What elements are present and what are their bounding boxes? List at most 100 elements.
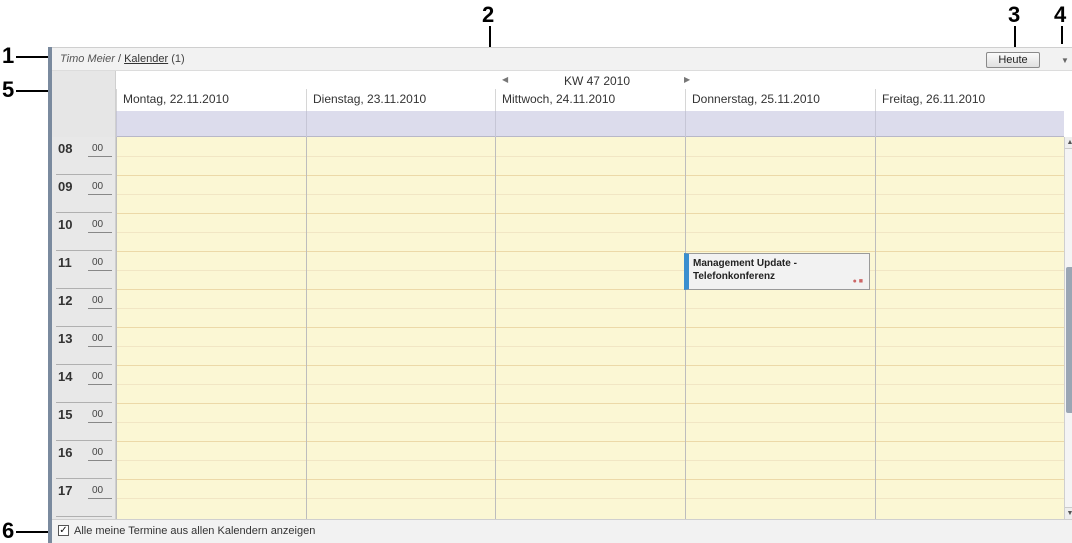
grid-line bbox=[307, 251, 495, 252]
grid-line bbox=[876, 289, 1064, 290]
day-column-monday[interactable] bbox=[116, 137, 306, 519]
grid-line bbox=[496, 156, 685, 157]
grid-line bbox=[686, 156, 875, 157]
grid-line bbox=[876, 270, 1064, 271]
grid-line bbox=[876, 441, 1064, 442]
day-header-tuesday[interactable]: Dienstag, 23.11.2010 bbox=[306, 89, 495, 111]
grid-line bbox=[496, 441, 685, 442]
all-day-cell[interactable] bbox=[875, 111, 1064, 137]
day-column-tuesday[interactable] bbox=[306, 137, 495, 519]
grid-line bbox=[307, 308, 495, 309]
grid-line bbox=[496, 498, 685, 499]
day-column-wednesday[interactable] bbox=[495, 137, 685, 519]
grid-line bbox=[686, 403, 875, 404]
hour-label: 13 00 bbox=[52, 327, 116, 365]
grid-line bbox=[307, 441, 495, 442]
grid-line bbox=[117, 308, 306, 309]
grid-line bbox=[117, 365, 306, 366]
calendar-toolbar: Timo Meier / Kalender (1) Heute ▼ bbox=[52, 47, 1072, 71]
all-day-cell[interactable] bbox=[685, 111, 875, 137]
grid-line bbox=[876, 479, 1064, 480]
grid-line bbox=[876, 251, 1064, 252]
grid-line bbox=[496, 194, 685, 195]
grid-line bbox=[307, 460, 495, 461]
grid-line bbox=[496, 346, 685, 347]
breadcrumb-count: (1) bbox=[168, 53, 185, 65]
grid-line bbox=[686, 422, 875, 423]
day-header-thursday[interactable]: Donnerstag, 25.11.2010 bbox=[685, 89, 875, 111]
day-header-wednesday[interactable]: Mittwoch, 24.11.2010 bbox=[495, 89, 685, 111]
grid-line bbox=[686, 327, 875, 328]
grid-line bbox=[117, 213, 306, 214]
grid-line bbox=[307, 498, 495, 499]
day-column-thursday[interactable] bbox=[685, 137, 875, 519]
grid-line bbox=[496, 327, 685, 328]
all-day-row bbox=[116, 111, 1064, 137]
breadcrumb-separator: / bbox=[114, 53, 125, 65]
event-indicator-icon: ● ■ bbox=[852, 278, 863, 285]
time-grid: 08 00 09 00 10 00 11 00 12 00 13 00 14 00 15 00 … bbox=[52, 137, 1064, 519]
show-all-appointments-checkbox[interactable]: ✓ bbox=[58, 525, 69, 536]
show-all-appointments-label[interactable]: Alle meine Termine aus allen Kalendern a… bbox=[74, 525, 315, 537]
grid-line bbox=[686, 213, 875, 214]
grid-line bbox=[686, 232, 875, 233]
day-header-row: Montag, 22.11.2010 Dienstag, 23.11.2010 … bbox=[52, 89, 1064, 111]
grid-line bbox=[117, 175, 306, 176]
grid-line bbox=[496, 175, 685, 176]
hour-label: 08 00 bbox=[52, 137, 116, 175]
grid-line bbox=[496, 289, 685, 290]
grid-line bbox=[496, 213, 685, 214]
grid-line bbox=[117, 346, 306, 347]
grid-line bbox=[117, 232, 306, 233]
grid-line bbox=[117, 289, 306, 290]
grid-line bbox=[496, 251, 685, 252]
day-header-friday[interactable]: Freitag, 26.11.2010 bbox=[875, 89, 1064, 111]
week-navigation: ◀ KW 47 2010 ▶ bbox=[492, 72, 702, 90]
all-day-cell[interactable] bbox=[306, 111, 495, 137]
callout-1: 1 bbox=[2, 43, 15, 68]
grid-line bbox=[307, 422, 495, 423]
grid-line bbox=[496, 422, 685, 423]
calendar-frame: Timo Meier / Kalender (1) Heute ▼ ◀ KW 4… bbox=[48, 47, 1072, 543]
grid-line bbox=[307, 194, 495, 195]
grid-line bbox=[307, 270, 495, 271]
grid-line bbox=[876, 308, 1064, 309]
grid-line bbox=[117, 327, 306, 328]
grid-line bbox=[117, 403, 306, 404]
grid-line bbox=[876, 213, 1064, 214]
grid-line bbox=[686, 498, 875, 499]
grid-line bbox=[117, 498, 306, 499]
grid-line bbox=[686, 175, 875, 176]
calendar-event[interactable]: Management Update - Telefonkonferenz ● ■ bbox=[684, 253, 870, 290]
vertical-scrollbar[interactable]: ▲ ▼ bbox=[1064, 137, 1072, 519]
grid-line bbox=[307, 384, 495, 385]
grid-line bbox=[686, 479, 875, 480]
day-column-friday[interactable] bbox=[875, 137, 1064, 519]
all-day-cell[interactable] bbox=[116, 111, 306, 137]
scroll-down-icon[interactable]: ▼ bbox=[1065, 507, 1072, 519]
grid-line bbox=[876, 422, 1064, 423]
today-button[interactable]: Heute bbox=[986, 52, 1040, 68]
grid-line bbox=[496, 365, 685, 366]
grid-line bbox=[686, 460, 875, 461]
scrollbar-thumb[interactable] bbox=[1066, 267, 1072, 413]
breadcrumb-calendar-link[interactable]: Kalender bbox=[124, 53, 168, 65]
hour-label: 16 00 bbox=[52, 441, 116, 479]
chevron-down-icon[interactable]: ▼ bbox=[1061, 56, 1069, 65]
hour-label: 11 00 bbox=[52, 251, 116, 289]
grid-line bbox=[117, 479, 306, 480]
grid-line bbox=[307, 213, 495, 214]
grid-line bbox=[686, 346, 875, 347]
grid-line bbox=[496, 270, 685, 271]
grid-line bbox=[686, 365, 875, 366]
all-day-cell[interactable] bbox=[495, 111, 685, 137]
calendar-footer: ✓ Alle meine Termine aus allen Kalendern… bbox=[52, 519, 1072, 543]
scroll-up-icon[interactable]: ▲ bbox=[1065, 137, 1072, 149]
grid-line bbox=[307, 365, 495, 366]
caret-right-icon[interactable]: ▶ bbox=[684, 75, 690, 84]
day-header-monday[interactable]: Montag, 22.11.2010 bbox=[116, 89, 306, 111]
grid-line bbox=[117, 460, 306, 461]
grid-line bbox=[876, 194, 1064, 195]
grid-line bbox=[496, 384, 685, 385]
grid-line bbox=[876, 460, 1064, 461]
